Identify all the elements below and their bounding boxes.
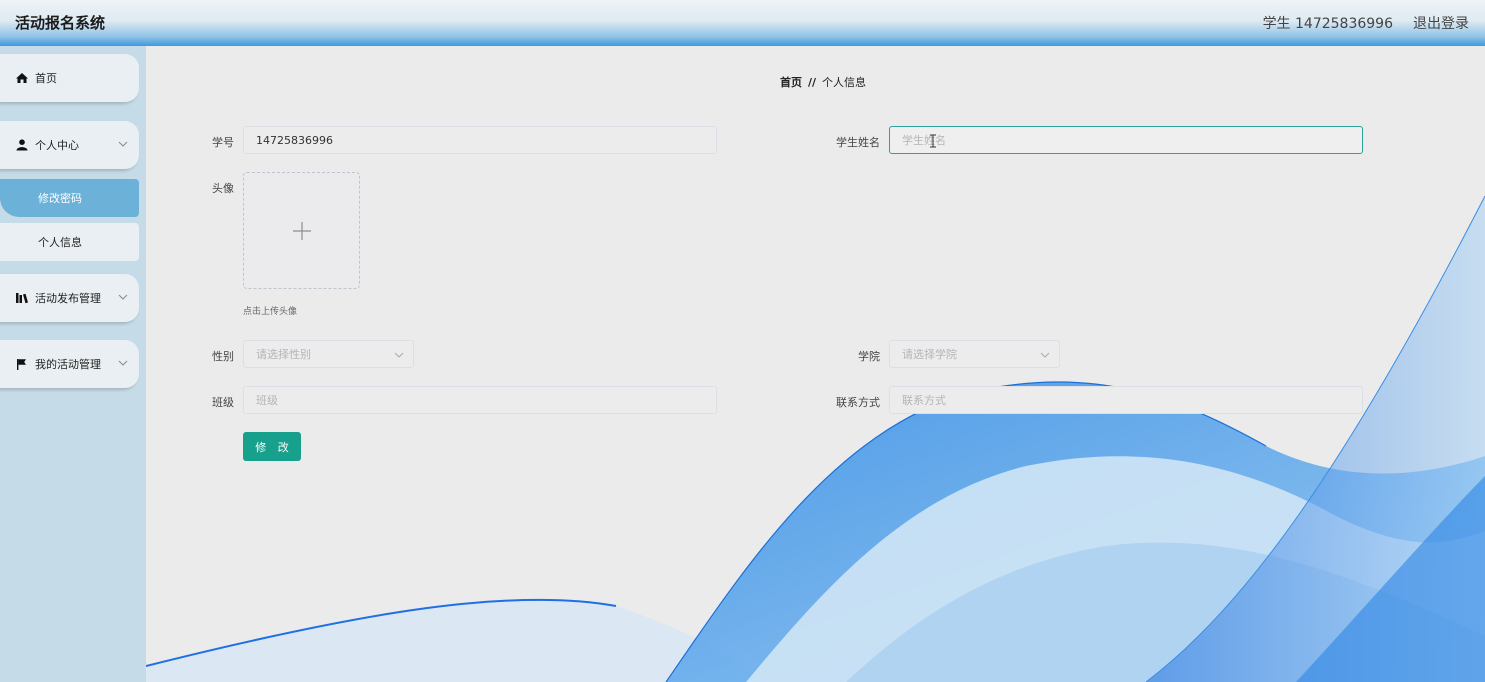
chevron-down-icon [118, 360, 128, 366]
flag-icon [17, 359, 26, 370]
home-icon [16, 73, 28, 83]
sidebar-subitem-personal-info[interactable]: 个人信息 [0, 223, 139, 261]
chevron-down-icon [1040, 352, 1050, 358]
avatar-upload[interactable] [243, 172, 360, 289]
plus-icon [293, 222, 311, 240]
sidebar-item-my-activities[interactable]: 我的活动管理 [0, 340, 139, 388]
student-id-input[interactable]: 14725836996 [243, 126, 717, 154]
breadcrumb: 首页 // 个人信息 [780, 74, 866, 90]
student-name-label: 学生姓名 [836, 136, 880, 149]
sidebar-item-label: 个人中心 [35, 139, 79, 152]
contact-label: 联系方式 [836, 396, 880, 409]
student-id-label: 学号 [212, 136, 234, 149]
sidebar-item-home[interactable]: 首页 [0, 54, 139, 102]
college-select[interactable]: 请选择学院 [889, 340, 1060, 368]
sidebar-item-personal-center[interactable]: 个人中心 [0, 121, 139, 169]
class-label: 班级 [212, 396, 234, 409]
gender-label: 性别 [212, 350, 234, 363]
sidebar-item-label: 活动发布管理 [35, 292, 101, 305]
gender-select-value: 请选择性别 [256, 348, 311, 361]
library-icon [16, 293, 28, 304]
chevron-down-icon [118, 294, 128, 300]
user-icon [16, 139, 28, 151]
college-select-value: 请选择学院 [902, 348, 957, 361]
class-input[interactable]: 班级 [243, 386, 717, 414]
top-header: 活动报名系统 学生 14725836996 退出登录 [0, 0, 1485, 46]
text-cursor-icon [930, 134, 936, 148]
avatar-label: 头像 [212, 182, 234, 195]
chevron-down-icon [394, 352, 404, 358]
logout-link[interactable]: 退出登录 [1413, 13, 1469, 33]
main-content: 首页 // 个人信息 学号 14725836996 学生姓名 学生姓名 头像 点击上… [146, 46, 1485, 682]
chevron-down-icon [118, 141, 128, 147]
college-label: 学院 [858, 350, 880, 363]
sidebar-subitem-change-password[interactable]: 修改密码 [0, 179, 139, 217]
breadcrumb-current: 个人信息 [822, 76, 867, 89]
sidebar-item-activity-publish[interactable]: 活动发布管理 [0, 274, 139, 322]
student-name-input[interactable]: 学生姓名 [889, 126, 1363, 154]
app-title: 活动报名系统 [15, 14, 106, 32]
current-user: 学生 14725836996 [1262, 16, 1393, 32]
sidebar-item-label: 首页 [35, 72, 57, 85]
breadcrumb-separator: // [808, 76, 817, 89]
submit-button[interactable]: 修 改 [243, 432, 301, 461]
gender-select[interactable]: 请选择性别 [243, 340, 414, 368]
breadcrumb-home[interactable]: 首页 [780, 76, 802, 89]
avatar-upload-tip: 点击上传头像 [243, 307, 298, 317]
sidebar-item-label: 我的活动管理 [35, 358, 101, 371]
sidebar: 首页 个人中心 修改密码 个人信息 活动发布管理 我的活动管理 [0, 46, 146, 682]
contact-input[interactable]: 联系方式 [889, 386, 1363, 414]
